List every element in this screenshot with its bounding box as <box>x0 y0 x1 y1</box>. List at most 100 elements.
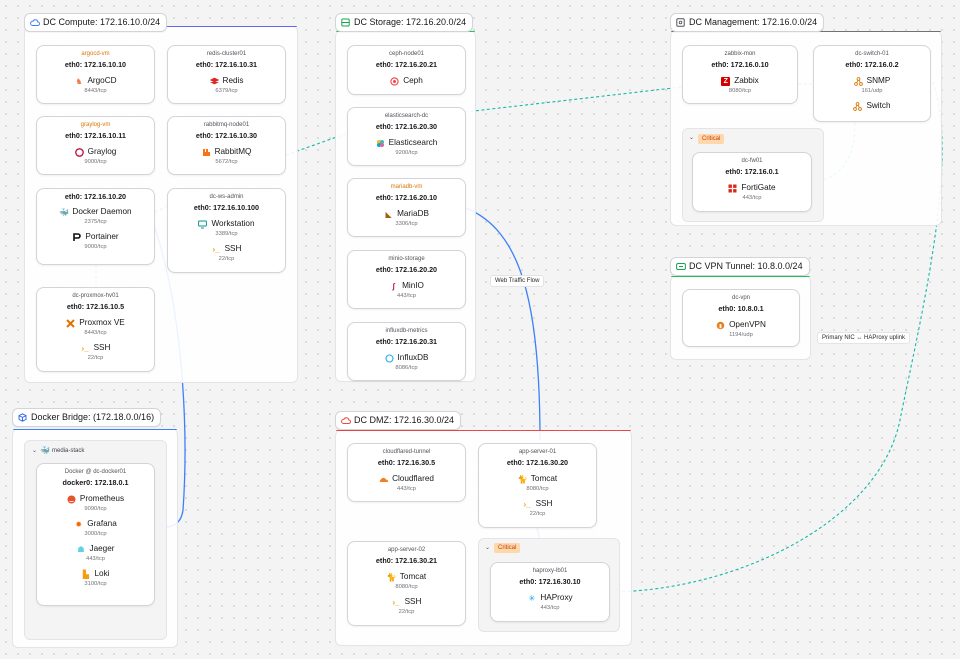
service-rabbitmq[interactable]: RabbitMQ 5672/tcp <box>168 146 285 167</box>
service-label: ArgoCD <box>87 76 117 85</box>
service-openvpn[interactable]: OpenVPN 1194/udp <box>683 319 799 340</box>
node-dc-ws-admin[interactable]: dc-ws-admin eth0: 172.16.10.100 Workstat… <box>167 188 286 273</box>
node-ip: eth0: 172.16.0.1 <box>725 167 779 176</box>
tunnel-icon <box>676 262 686 271</box>
node-dc-switch-01[interactable]: dc-switch-01 eth0: 172.16.0.2 SNMP 161/u… <box>813 45 931 122</box>
node-name: argocd-vm <box>81 51 110 57</box>
node-name: graylog-vm <box>80 122 111 128</box>
service-prometheus[interactable]: Prometheus 9090/tcp <box>37 493 154 514</box>
node-ceph-node01[interactable]: ceph-node01 eth0: 172.16.20.21 Ceph <box>347 45 466 95</box>
service-port: 9000/tcp <box>84 244 107 250</box>
service-port: 8086/tcp <box>395 365 418 371</box>
service-label: HAProxy <box>540 593 573 602</box>
service-loki[interactable]: ▙ Loki 3100/tcp <box>37 568 154 589</box>
node-redis-cluster01[interactable]: redis-cluster01 eth0: 172.16.10.31 Redis… <box>167 45 286 104</box>
service-docker-daemon[interactable]: 🐳 Docker Daemon 2375/tcp <box>37 206 154 227</box>
service-port: 8080/tcp <box>526 486 549 492</box>
service-haproxy[interactable]: ✳ HAProxy 443/tcp <box>491 592 609 613</box>
node-app-server-01[interactable]: app-server-01 eth0: 172.16.30.20 🐈 Tomcat… <box>478 443 597 528</box>
node-ip: eth0: 172.16.20.10 <box>375 193 438 202</box>
service-tomcat[interactable]: 🐈 Tomcat 8080/tcp <box>479 473 596 494</box>
node-cloudflared-tunnel[interactable]: cloudflared-tunnel eth0: 172.16.30.5 Clo… <box>347 443 466 502</box>
service-graylog[interactable]: Graylog 9000/tcp <box>37 146 154 167</box>
service-minio[interactable]: ʃ MinIO 443/tcp <box>348 280 465 301</box>
node-dc-proxmox-hv01[interactable]: dc-proxmox-hv01 eth0: 172.16.10.5 Proxmo… <box>36 287 155 372</box>
service-proxmox[interactable]: Proxmox VE 8443/tcp <box>37 317 154 338</box>
service-portainer[interactable]: Portainer 9000/tcp <box>37 231 154 252</box>
node-elasticsearch-dc[interactable]: elasticsearch-dc eth0: 172.16.20.30 Elas… <box>347 107 466 166</box>
group-label-dc-dmz[interactable]: DC DMZ: 172.16.30.0/24 <box>335 411 462 430</box>
terminal-icon: ›_ <box>81 343 89 353</box>
group-label-dc-management[interactable]: DC Management: 172.16.0.0/24 <box>670 13 825 32</box>
service-ssh[interactable]: ›_ SSH 22/tcp <box>37 342 154 363</box>
node-ip: eth0: 172.16.0.2 <box>845 60 899 69</box>
node-app-server-02[interactable]: app-server-02 eth0: 172.16.30.21 🐈 Tomcat… <box>347 541 466 626</box>
service-ssh[interactable]: ›_ SSH 22/tcp <box>479 498 596 519</box>
service-grafana[interactable]: ✹ Grafana 3000/tcp <box>37 518 154 539</box>
loki-icon: ▙ <box>82 569 90 579</box>
subgroup-media-stack-toggle[interactable]: ⌄ 🐳 media-stack <box>32 446 84 455</box>
node-graylog-vm[interactable]: graylog-vm eth0: 172.16.10.11 Graylog 90… <box>36 116 155 175</box>
group-label-dc-storage[interactable]: DC Storage: 172.16.20.0/24 <box>335 13 474 32</box>
service-snmp[interactable]: SNMP 161/udp <box>814 75 930 96</box>
node-dc-vpn[interactable]: dc-vpn eth0: 10.8.0.1 OpenVPN 1194/udp <box>682 289 800 347</box>
service-label: Loki <box>94 569 110 578</box>
graylog-icon <box>74 147 84 157</box>
service-label: Ceph <box>403 76 423 85</box>
node-influxdb-metrics[interactable]: influxdb-metrics eth0: 172.16.20.31 Infl… <box>347 322 466 381</box>
server-icon <box>676 18 685 27</box>
service-workstation[interactable]: Workstation 3389/tcp <box>168 218 285 239</box>
group-label-docker-bridge[interactable]: Docker Bridge: (172.18.0.0/16) <box>12 408 162 427</box>
edge-label-primary-nic-uplink[interactable]: Primary NIC ↔ HAProxy uplink <box>817 332 911 344</box>
jaeger-icon: ☗ <box>77 544 85 554</box>
node-argocd-vm[interactable]: argocd-vm eth0: 172.16.10.10 ♞ ArgoCD 844… <box>36 45 155 104</box>
subgroup-label: media-stack <box>52 447 85 454</box>
service-cloudflared[interactable]: Cloudflared 443/tcp <box>348 473 465 494</box>
service-fortigate[interactable]: FortiGate 443/tcp <box>693 182 811 203</box>
docker-icon: 🐳 <box>59 207 70 217</box>
node-docker-host[interactable]: eth0: 172.16.10.20 🐳 Docker Daemon 2375/t… <box>36 188 155 265</box>
service-ceph[interactable]: Ceph <box>348 75 465 87</box>
node-mariadb-vm[interactable]: mariadb-vm eth0: 172.16.20.10 ◣ MariaDB 3… <box>347 178 466 237</box>
subgroup-toggle[interactable]: ⌄ <box>689 134 694 141</box>
group-label-dc-compute[interactable]: DC Compute: 172.16.10.0/24 <box>24 13 168 32</box>
service-port: 443/tcp <box>540 605 560 611</box>
node-haproxy-lb01[interactable]: haproxy-lb01 eth0: 172.16.30.10 ✳ HAProxy… <box>490 562 610 622</box>
service-label: Prometheus <box>79 494 125 503</box>
service-tomcat[interactable]: 🐈 Tomcat 8080/tcp <box>348 571 465 592</box>
service-port: 2375/tcp <box>84 219 107 225</box>
node-name: ceph-node01 <box>388 51 425 57</box>
node-ip: eth0: 172.16.30.21 <box>375 556 438 565</box>
node-docker-dc-docker01[interactable]: Docker @ dc-docker01 docker0: 172.18.0.1… <box>36 463 155 606</box>
service-label: SSH <box>404 597 422 606</box>
link-elasticsearch-zabbix <box>464 86 683 113</box>
service-ssh[interactable]: ›_ SSH 22/tcp <box>168 243 285 264</box>
group-label-dc-vpn-tunnel[interactable]: DC VPN Tunnel: 10.8.0.0/24 <box>670 257 810 276</box>
service-label: OpenVPN <box>729 320 766 329</box>
node-ip: eth0: 172.16.20.31 <box>375 337 438 346</box>
service-switch[interactable]: Switch <box>814 100 930 112</box>
influxdb-icon <box>384 353 394 363</box>
service-label: Cloudflared <box>392 474 434 483</box>
subgroup-toggle[interactable]: ⌄ <box>485 544 490 551</box>
service-ssh[interactable]: ›_ SSH 22/tcp <box>348 596 465 617</box>
node-ip: eth0: 172.16.10.5 <box>66 302 125 311</box>
group-title: Docker Bridge: (172.18.0.0/16) <box>31 412 155 422</box>
service-zabbix[interactable]: Z Zabbix 8080/tcp <box>683 75 797 96</box>
service-label: Zabbix <box>734 76 759 85</box>
service-argocd[interactable]: ♞ ArgoCD 8443/tcp <box>37 75 154 96</box>
service-influxdb[interactable]: InfluxDB 8086/tcp <box>348 352 465 373</box>
node-rabbitmq-node01[interactable]: rabbitmq-node01 eth0: 172.16.10.30 Rabbi… <box>167 116 286 175</box>
service-port: 9000/tcp <box>84 159 107 165</box>
service-label: Tomcat <box>399 572 427 581</box>
service-label: Docker Daemon <box>72 207 132 216</box>
service-mariadb[interactable]: ◣ MariaDB 3306/tcp <box>348 208 465 229</box>
node-zabbix-mon[interactable]: zabbix-mon eth0: 172.16.0.10 Z Zabbix 808… <box>682 45 798 104</box>
edge-label-web-traffic-flow[interactable]: Web Traffic Flow <box>490 275 545 287</box>
node-dc-fw01[interactable]: dc-fw01 eth0: 172.16.0.1 FortiGate 443/t… <box>692 152 812 212</box>
node-minio-storage[interactable]: minio-storage eth0: 172.16.20.20 ʃ MinIO … <box>347 250 466 309</box>
service-elasticsearch[interactable]: Elasticsearch 9200/tcp <box>348 137 465 158</box>
grafana-icon: ✹ <box>75 519 83 529</box>
service-redis[interactable]: Redis 6379/tcp <box>168 75 285 96</box>
service-jaeger[interactable]: ☗ Jaeger 443/tcp <box>37 543 154 564</box>
